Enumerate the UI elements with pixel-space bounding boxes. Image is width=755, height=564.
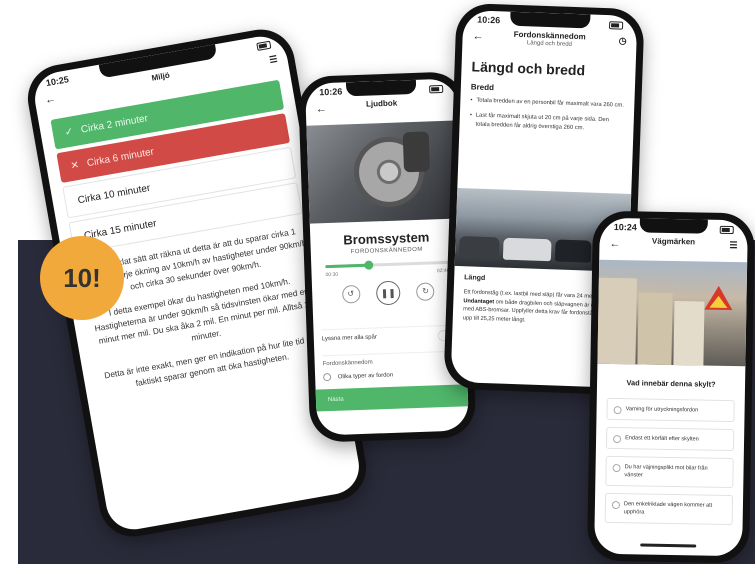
notch [510, 11, 591, 29]
menu-icon[interactable]: ☰ [268, 54, 278, 66]
choice-label: Endast ett körfält efter skylten [625, 435, 699, 443]
radio-icon [323, 373, 332, 382]
page-title: Vägmärken [651, 236, 696, 247]
battery-icon [256, 40, 272, 51]
answer-choice[interactable]: Endast ett körfält efter skylten [605, 426, 735, 452]
count-badge: 10! [40, 236, 124, 320]
autoplay-label: Lyssna mer alla spår [321, 334, 378, 343]
radio-icon [612, 463, 621, 473]
article-heading: Längd och bredd [471, 58, 586, 79]
answer-label: Cirka 10 minuter [76, 182, 152, 206]
warning-sign-inner [709, 295, 728, 308]
progress-fill [325, 263, 369, 269]
article-subheading: Bredd [470, 82, 495, 93]
section-item-label: Olika typer av fordon [337, 372, 394, 381]
page-title: Ljudbok [365, 98, 398, 109]
autoplay-row: Lyssna mer alla spår [321, 324, 458, 343]
home-indicator [640, 543, 697, 548]
nav-bar: ← Ljudbok [306, 96, 459, 123]
choice-label: Du har väjningsplikt mot bilar från väns… [624, 464, 708, 479]
phone-vagmarken-screen: 10:24 ← Vägmärken ☰ Vad innebär denna sk… [594, 217, 748, 557]
status-time: 10:24 [613, 221, 637, 233]
audio-progress-bar[interactable] [325, 260, 450, 270]
building-image [673, 301, 705, 366]
answer-label: Cirka 6 minuter [85, 146, 155, 169]
car-image [554, 239, 592, 263]
section-label: Fordonskännedom [322, 350, 459, 368]
back-arrow-icon[interactable]: ← [44, 93, 57, 107]
menu-icon[interactable]: ☰ [729, 240, 737, 251]
progress-knob[interactable] [364, 260, 374, 270]
nav-bar: ← Fordonskännedom Längd och bredd ◷ [462, 28, 637, 56]
battery-icon [429, 84, 444, 94]
next-button[interactable]: Nästa [315, 384, 469, 412]
phone-vagmarken: 10:24 ← Vägmärken ☰ Vad innebär denna sk… [586, 210, 755, 564]
back-arrow-icon[interactable]: ← [316, 103, 327, 115]
brake-photo [306, 120, 462, 224]
player-controls: ↺ ❚❚ ↻ [312, 278, 465, 307]
question-text: Vad innebär denna skylt? [626, 378, 716, 389]
notch [345, 79, 417, 97]
answer-label: Cirka 2 minuter [80, 112, 149, 136]
radio-icon [613, 406, 622, 415]
answer-choice[interactable]: Varning för utryckningsfordon [606, 397, 735, 423]
battery-icon [719, 225, 734, 235]
back-arrow-icon[interactable]: ← [472, 30, 483, 42]
road-sign-photo [597, 259, 748, 367]
check-icon: ✓ [63, 125, 75, 139]
car-image [502, 237, 552, 262]
brake-caliper-image [402, 131, 431, 173]
radio-icon [613, 434, 622, 444]
phone-ljudbok-screen: 10:26 ← Ljudbok Bromssystem FORDONSKÄNNE… [304, 78, 470, 436]
status-time: 10:26 [319, 86, 343, 98]
answer-choice[interactable]: Den enkelriktade vägen kommer att upphör… [604, 492, 734, 526]
page-title: Miljö [150, 70, 171, 83]
back-arrow-icon[interactable]: ← [609, 238, 620, 250]
article-subheading: Längd [464, 274, 486, 282]
nav-bar: ← Vägmärken ☰ [599, 236, 747, 261]
battery-icon [608, 21, 624, 30]
paragraph-bold: Undantaget [463, 297, 495, 305]
choice-label: Varning för utryckningsfordon [625, 406, 699, 414]
clock-icon[interactable]: ◷ [619, 36, 627, 47]
bullet-list: Totala bredden av en personbil får maxim… [469, 96, 624, 140]
building-image [637, 292, 673, 366]
rewind-icon[interactable]: ↺ [341, 284, 361, 304]
status-time: 10:26 [477, 14, 501, 26]
pause-icon[interactable]: ❚❚ [375, 280, 401, 306]
time-elapsed: 00:30 [325, 271, 339, 279]
section-item[interactable]: Olika typer av fordon [323, 369, 459, 382]
time-labels: 00:30 02:46 [325, 268, 449, 278]
bullet-item: Last får maximalt skjuta ut 20 cm på var… [469, 111, 624, 134]
notch [639, 218, 708, 234]
answer-choice[interactable]: Du har väjningsplikt mot bilar från väns… [605, 455, 734, 489]
cross-icon: ✕ [69, 159, 81, 172]
answer-choices: Varning för utryckningsfordon Endast ett… [604, 397, 735, 532]
building-image [597, 277, 637, 365]
radio-icon [611, 500, 621, 510]
choice-label: Den enkelriktade vägen kommer att upphör… [623, 501, 713, 516]
car-image [458, 236, 500, 260]
status-time: 10:25 [45, 74, 70, 89]
bullet-item: Totala bredden av en personbil får maxim… [470, 96, 624, 110]
forward-icon[interactable]: ↻ [416, 282, 435, 301]
